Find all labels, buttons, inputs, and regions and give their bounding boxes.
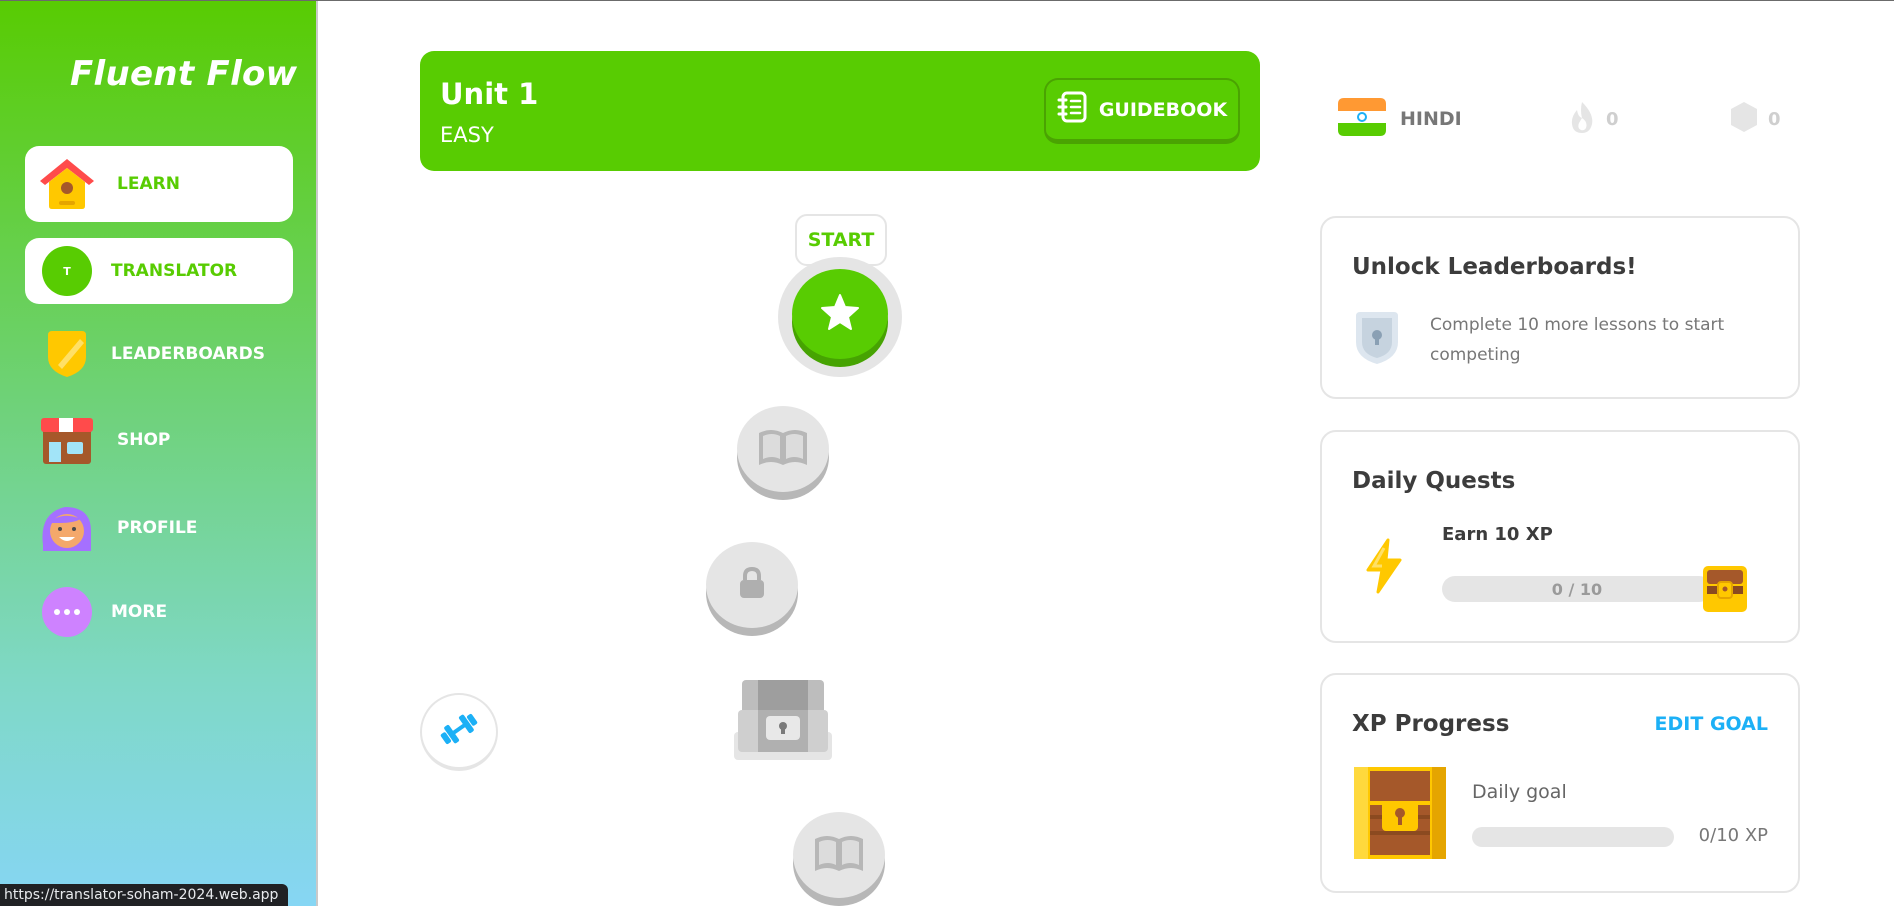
book-icon <box>811 833 867 877</box>
card-title: Daily Quests <box>1352 468 1516 494</box>
sidebar-item-label: LEARN <box>117 174 180 194</box>
translator-badge: T <box>42 246 92 296</box>
unit-banner: Unit 1 EASY GUIDEBOOK <box>420 51 1260 171</box>
reward-chest-icon <box>1700 562 1750 618</box>
chest-icon <box>732 680 834 766</box>
india-flag-icon <box>1338 98 1386 140</box>
streak-counter[interactable]: 0 <box>1568 97 1619 141</box>
avatar-icon <box>35 496 99 560</box>
card-title: Unlock Leaderboards! <box>1352 254 1637 280</box>
lesson-start-button[interactable] <box>792 269 888 359</box>
unit-title: Unit 1 <box>440 77 539 111</box>
sidebar-item-label: SHOP <box>117 430 171 450</box>
card-title: XP Progress <box>1352 711 1510 737</box>
shop-icon <box>35 408 99 472</box>
quest-progress-bar: 0 / 10 <box>1442 576 1712 602</box>
sidebar-item-label: MORE <box>111 602 168 622</box>
guidebook-button[interactable]: GUIDEBOOK <box>1044 78 1240 144</box>
quest-progress-text: 0 / 10 <box>1551 579 1603 599</box>
brand-logo-text: Fluent Flow <box>70 54 298 94</box>
lesson-book-node[interactable] <box>793 812 885 898</box>
language-label: HINDI <box>1400 108 1462 130</box>
star-icon <box>820 293 860 335</box>
sidebar-item-label: PROFILE <box>117 518 198 538</box>
language-selector[interactable]: HINDI <box>1338 97 1462 141</box>
sidebar-item-label: LEADERBOARDS <box>111 344 265 364</box>
flame-icon <box>1568 100 1596 138</box>
lesson-locked-node[interactable] <box>706 542 798 628</box>
status-bar-url: https://translator-soham-2024.web.app <box>0 884 289 906</box>
chest-node[interactable] <box>732 676 834 766</box>
book-icon <box>755 427 811 471</box>
sidebar-item-label: TRANSLATOR <box>111 261 238 281</box>
sidebar: Fluent Flow LEARN T TRANSLATOR LEADERBOA… <box>0 0 318 906</box>
gems-count: 0 <box>1768 108 1781 130</box>
gem-icon <box>1730 101 1758 137</box>
lightning-icon <box>1362 538 1406 598</box>
streak-count: 0 <box>1606 108 1619 130</box>
gems-counter[interactable]: 0 <box>1730 97 1781 141</box>
notebook-icon <box>1057 91 1087 128</box>
daily-goal-label: Daily goal <box>1472 781 1567 803</box>
leaderboard-unlock-text: Complete 10 more lessons to start compet… <box>1430 315 1725 365</box>
edit-goal-link[interactable]: EDIT GOAL <box>1655 713 1768 735</box>
xp-progress-card: XP Progress EDIT GOAL Daily goal 0/10 XP <box>1320 673 1800 893</box>
sidebar-item-translator[interactable]: T TRANSLATOR <box>25 238 293 304</box>
guidebook-label: GUIDEBOOK <box>1098 98 1228 121</box>
lesson-book-node[interactable] <box>737 406 829 492</box>
house-icon <box>35 152 99 216</box>
shield-icon <box>35 322 99 386</box>
sidebar-item-leaderboards[interactable]: LEADERBOARDS <box>25 316 293 392</box>
window-top-border <box>0 0 1894 1</box>
sidebar-item-more[interactable]: MORE <box>25 574 293 650</box>
xp-progress-value: 0/10 XP <box>1698 825 1768 846</box>
leaderboard-card: Unlock Leaderboards! Complete 10 more le… <box>1320 216 1800 399</box>
quest-name: Earn 10 XP <box>1442 524 1553 545</box>
daily-quests-card: Daily Quests Earn 10 XP 0 / 10 <box>1320 430 1800 643</box>
locked-shield-icon <box>1352 310 1402 370</box>
sidebar-item-shop[interactable]: SHOP <box>25 402 293 478</box>
xp-progress-bar <box>1472 827 1674 847</box>
practice-button[interactable] <box>420 693 498 771</box>
sidebar-item-learn[interactable]: LEARN <box>25 146 293 222</box>
dumbbell-icon <box>438 713 480 749</box>
unit-difficulty: EASY <box>440 123 494 147</box>
treasure-chest-icon <box>1352 765 1448 865</box>
sidebar-item-profile[interactable]: PROFILE <box>25 490 293 566</box>
translator-icon: T <box>35 239 99 303</box>
more-icon <box>35 580 99 644</box>
lock-icon <box>737 566 767 604</box>
